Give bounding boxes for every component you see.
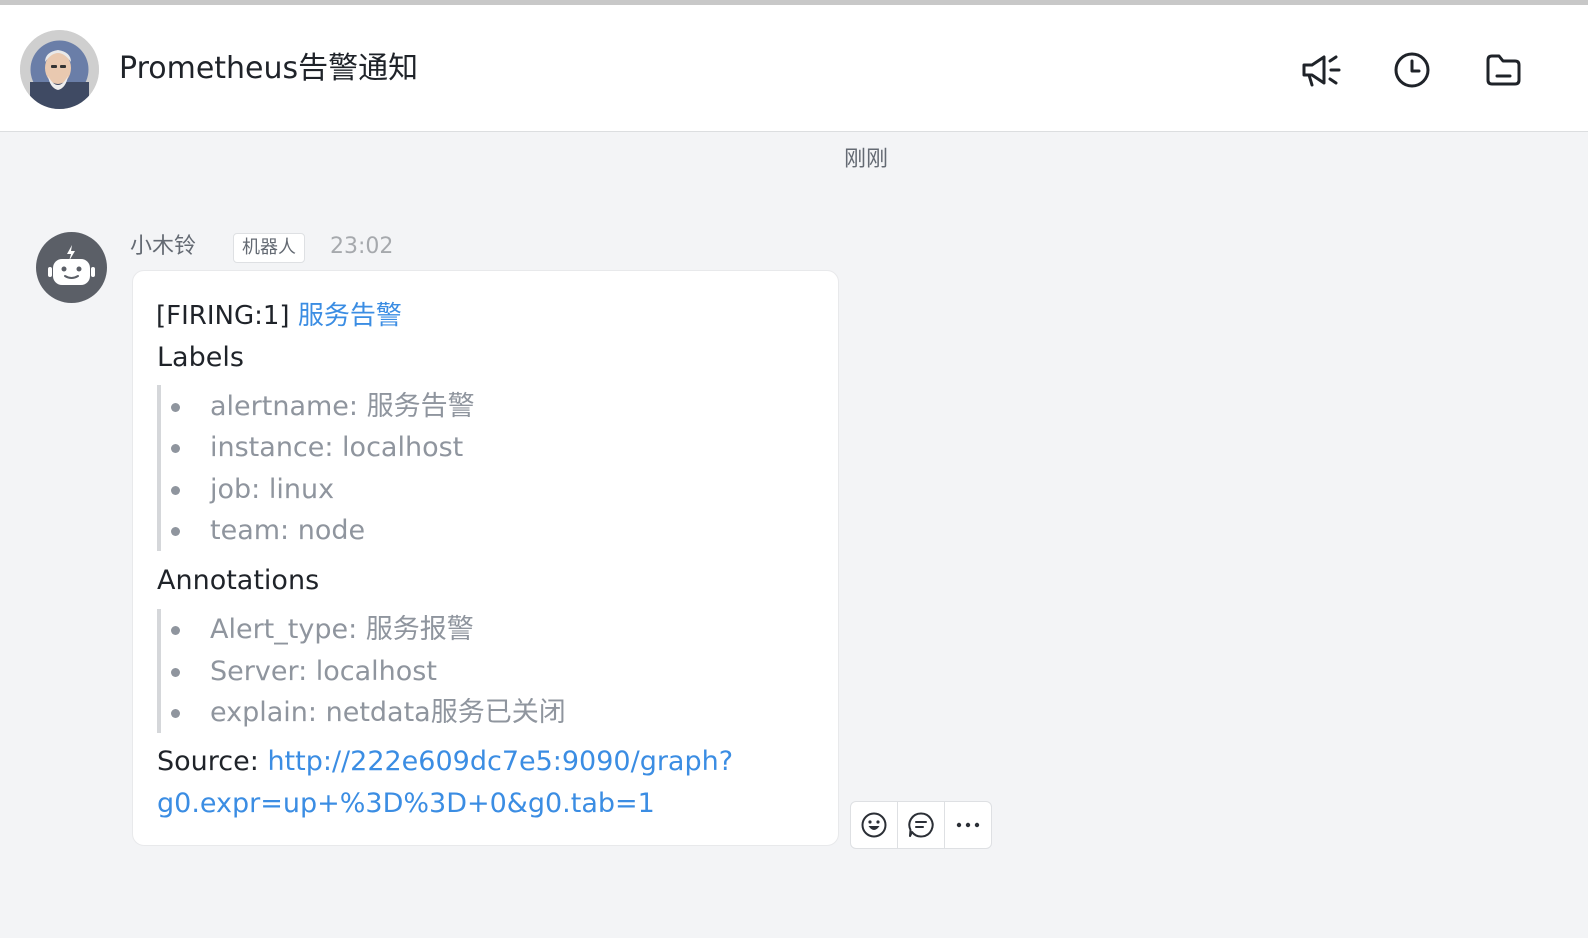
emoji-reaction-icon xyxy=(861,812,887,838)
list-bullet xyxy=(171,444,180,453)
more-icon xyxy=(956,822,980,828)
alert-title: [FIRING:1] 服务告警 xyxy=(156,298,402,334)
annotations-heading: Annotations xyxy=(157,565,320,596)
label-item: alertname: 服务告警 xyxy=(210,391,475,422)
alert-name-link[interactable]: 服务告警 xyxy=(298,301,402,331)
reply-icon xyxy=(908,812,934,838)
bot-avatar[interactable] xyxy=(36,232,107,303)
label-item: instance: localhost xyxy=(210,432,464,463)
megaphone-icon xyxy=(1302,55,1341,87)
message-action-bar xyxy=(850,801,992,849)
sender-name[interactable]: 小木铃 xyxy=(130,232,196,262)
robot-icon xyxy=(48,245,95,285)
list-bullet xyxy=(171,709,180,718)
annotation-item: Alert_type: 服务报警 xyxy=(210,614,474,645)
label-item: job: linux xyxy=(210,474,335,505)
reaction-button[interactable] xyxy=(851,802,898,848)
source-link-continued[interactable]: g0.expr=up+%3D%3D+0&g0.tab=1 xyxy=(157,788,655,819)
labels-heading: Labels xyxy=(157,342,244,373)
annotation-item: Server: localhost xyxy=(210,656,437,687)
reply-button[interactable] xyxy=(898,802,945,848)
source-line-continued: g0.expr=up+%3D%3D+0&g0.tab=1 xyxy=(157,783,655,825)
list-bullet xyxy=(171,527,180,536)
files-button[interactable] xyxy=(1481,48,1525,92)
group-avatar-image xyxy=(20,30,99,109)
source-label: Source: xyxy=(157,746,259,777)
firing-status: [FIRING:1] xyxy=(156,301,290,331)
bot-badge: 机器人 xyxy=(233,233,305,263)
label-item: team: node xyxy=(210,515,366,546)
more-button[interactable] xyxy=(945,802,991,848)
list-bullet xyxy=(171,486,180,495)
list-bullet xyxy=(171,403,180,412)
source-line: Source: http://222e609dc7e5:9090/graph? xyxy=(157,741,733,783)
chat-title: Prometheus告警通知 xyxy=(119,51,419,86)
folder-icon xyxy=(1486,54,1521,86)
list-bullet xyxy=(171,626,180,635)
history-button[interactable] xyxy=(1390,48,1434,92)
group-avatar[interactable] xyxy=(20,30,99,109)
message-card: [FIRING:1] 服务告警 Labels alertname: 服务告警 i… xyxy=(132,270,839,846)
list-bullet xyxy=(171,668,180,677)
source-link[interactable]: http://222e609dc7e5:9090/graph? xyxy=(267,746,733,777)
chat-header: Prometheus告警通知 xyxy=(0,5,1588,132)
labels-quote-bar xyxy=(157,385,161,551)
annotations-quote-bar xyxy=(157,609,161,733)
message-time: 23:02 xyxy=(330,234,394,259)
time-divider: 刚刚 xyxy=(843,147,888,172)
annotation-item: explain: netdata服务已关闭 xyxy=(210,697,566,728)
clock-icon xyxy=(1394,52,1430,88)
announcement-button[interactable] xyxy=(1299,48,1343,92)
